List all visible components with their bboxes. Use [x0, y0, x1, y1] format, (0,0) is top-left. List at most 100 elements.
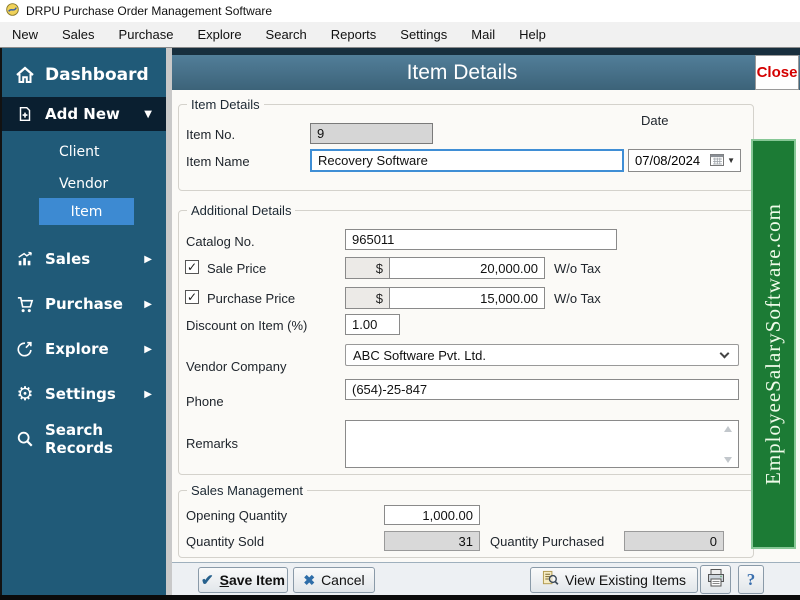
purchase-price-label: Purchase Price — [207, 291, 296, 306]
sidebar-item-add-new[interactable]: Add New ▼ — [2, 97, 168, 131]
app-window: DRPU Purchase Order Management Software … — [0, 0, 800, 600]
search-icon — [14, 430, 36, 448]
discount-field[interactable] — [345, 314, 400, 335]
scroll-down-icon[interactable] — [724, 457, 732, 463]
gear-icon: ⚙ — [16, 382, 34, 405]
sidebar-item-vendor[interactable]: Vendor — [2, 172, 168, 196]
phone-field[interactable] — [345, 379, 739, 400]
quantity-purchased-label: Quantity Purchased — [490, 534, 605, 549]
check-icon: ✔ — [201, 572, 214, 589]
save-item-label: Save Item — [219, 572, 285, 588]
chevron-right-icon: ▶ — [144, 253, 152, 265]
sidebar-item-purchase[interactable]: Purchase ▶ — [2, 290, 168, 318]
ad-banner[interactable]: EmployeeSalarySoftware.com — [751, 139, 796, 549]
menu-new[interactable]: New — [0, 23, 50, 46]
catalog-no-label: Catalog No. — [186, 234, 255, 249]
view-items-icon — [542, 570, 559, 590]
content-header: Item Details Close — [172, 55, 800, 90]
menu-search[interactable]: Search — [254, 23, 319, 46]
question-icon: ? — [746, 569, 756, 589]
save-item-button[interactable]: ✔ Save Item — [198, 567, 288, 593]
quantity-sold-label: Quantity Sold — [186, 534, 265, 549]
sale-price-checkbox[interactable]: ✓ — [185, 260, 199, 274]
quantity-purchased-field[interactable] — [624, 531, 724, 551]
view-existing-items-label: View Existing Items — [564, 572, 687, 588]
menu-purchase[interactable]: Purchase — [107, 23, 186, 46]
chevron-right-icon: ▶ — [144, 343, 152, 355]
menu-explore[interactable]: Explore — [185, 23, 253, 46]
menu-sales[interactable]: Sales — [50, 23, 107, 46]
sidebar-label-sales: Sales — [45, 250, 91, 268]
cart-icon — [14, 295, 36, 314]
explore-icon — [14, 340, 36, 358]
discount-label: Discount on Item (%) — [186, 318, 308, 333]
opening-quantity-label: Opening Quantity — [186, 508, 288, 523]
sidebar-item-item-wrap: Item — [2, 198, 168, 225]
catalog-no-field[interactable] — [345, 229, 617, 250]
check-icon: ✓ — [186, 290, 198, 304]
sidebar-item-dashboard[interactable]: Dashboard — [2, 60, 168, 90]
vendor-company-value: ABC Software Pvt. Ltd. — [353, 347, 486, 363]
printer-icon — [706, 568, 726, 591]
date-value: 07/08/2024 — [635, 153, 701, 168]
item-no-field[interactable] — [310, 123, 433, 144]
sidebar-label-dashboard: Dashboard — [45, 65, 149, 85]
sidebar-label-item: Item — [70, 203, 103, 220]
sale-price-field[interactable] — [389, 257, 545, 279]
date-picker[interactable]: 07/08/2024 ▼ — [628, 149, 741, 172]
app-icon — [5, 2, 20, 20]
check-icon: ✓ — [186, 260, 198, 274]
chevron-down-icon: ▼ — [727, 156, 735, 165]
item-details-group: Item Details — [178, 97, 754, 191]
sales-chart-icon — [14, 250, 36, 268]
cross-icon: ✖ — [303, 571, 316, 588]
scroll-up-icon[interactable] — [724, 426, 732, 432]
menu-mail[interactable]: Mail — [459, 23, 507, 46]
remarks-field[interactable] — [345, 420, 739, 468]
opening-quantity-field[interactable] — [384, 505, 480, 525]
sales-management-legend: Sales Management — [191, 483, 304, 498]
sidebar-label-add-new: Add New — [45, 105, 120, 123]
sidebar-item-explore[interactable]: Explore ▶ — [2, 335, 168, 363]
menu-reports[interactable]: Reports — [319, 23, 389, 46]
sale-price-wotax-label: W/o Tax — [554, 261, 601, 276]
purchase-price-checkbox[interactable]: ✓ — [185, 290, 199, 304]
menu-bar: New Sales Purchase Explore Search Report… — [0, 22, 800, 48]
vendor-company-select[interactable]: ABC Software Pvt. Ltd. — [345, 344, 739, 366]
cancel-button[interactable]: ✖ Cancel — [293, 567, 375, 593]
sidebar-item-search-records[interactable]: Search Records — [2, 421, 168, 457]
chevron-down-icon — [719, 348, 730, 359]
sidebar-label-client: Client — [59, 144, 100, 160]
sidebar-label-explore: Explore — [45, 340, 109, 358]
chevron-down-icon: ▼ — [144, 108, 152, 120]
view-existing-items-button[interactable]: View Existing Items — [530, 567, 698, 593]
content-top-strip — [172, 48, 800, 55]
item-name-field[interactable] — [310, 149, 624, 172]
sidebar-item-item[interactable]: Item — [39, 198, 134, 225]
calendar-icon — [710, 153, 725, 169]
item-details-legend: Item Details — [191, 97, 260, 112]
help-button[interactable]: ? — [738, 565, 764, 594]
sale-price-currency: $ — [345, 257, 390, 279]
add-document-icon — [14, 105, 36, 123]
sidebar-item-sales[interactable]: Sales ▶ — [2, 245, 168, 273]
chevron-right-icon: ▶ — [144, 388, 152, 400]
button-bar: ✔ Save Item ✖ Cancel View Existing Items… — [172, 562, 800, 595]
sidebar-label-search-records: Search Records — [45, 421, 113, 457]
sidebar-item-settings[interactable]: ⚙ Settings ▶ — [2, 380, 168, 408]
remarks-label: Remarks — [186, 436, 239, 451]
item-name-label: Item Name — [186, 154, 250, 169]
menu-settings[interactable]: Settings — [388, 23, 459, 46]
vendor-company-label: Vendor Company — [186, 359, 287, 374]
phone-label: Phone — [186, 394, 224, 409]
home-icon — [14, 65, 36, 85]
quantity-sold-field[interactable] — [384, 531, 480, 551]
print-button[interactable] — [700, 565, 731, 594]
date-label: Date — [641, 113, 669, 128]
close-button[interactable]: Close — [755, 55, 799, 90]
sidebar-item-client[interactable]: Client — [2, 140, 168, 164]
purchase-price-currency: $ — [345, 287, 390, 309]
ad-banner-text: EmployeeSalarySoftware.com — [761, 203, 785, 485]
menu-help[interactable]: Help — [507, 23, 558, 46]
purchase-price-field[interactable] — [389, 287, 545, 309]
